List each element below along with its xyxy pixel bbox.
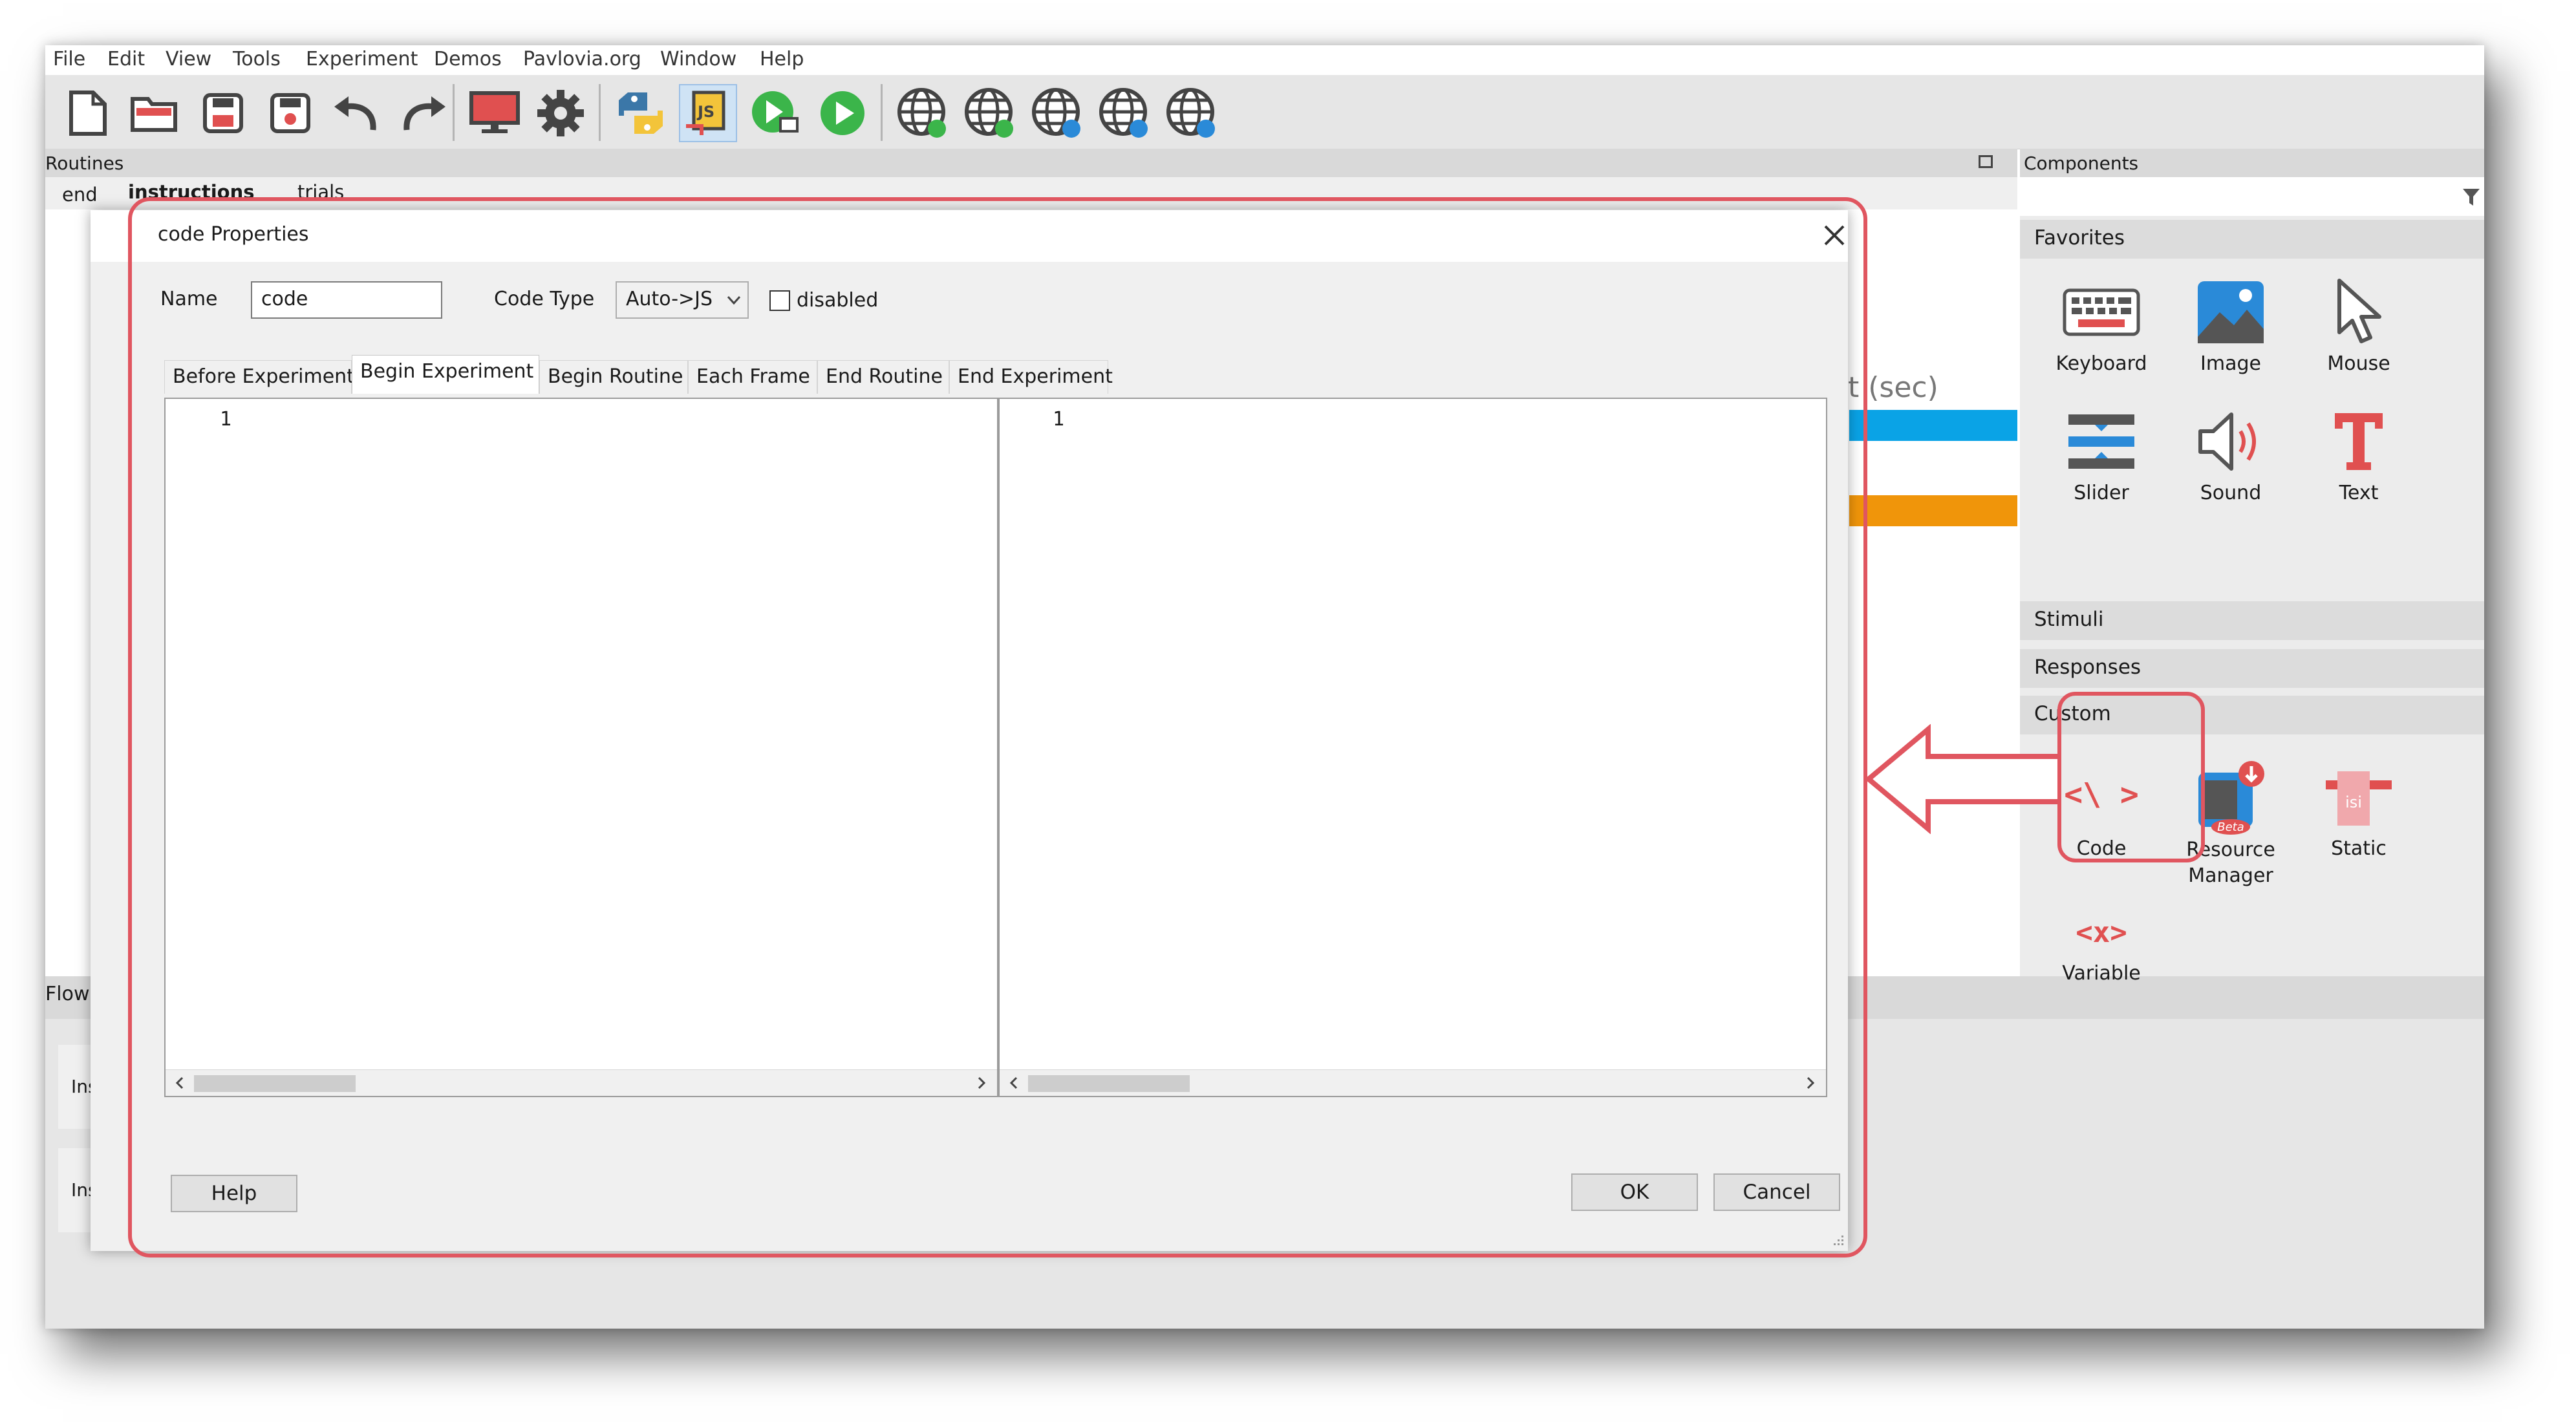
menu-tools[interactable]: Tools: [233, 48, 281, 70]
routines-header: Routines: [45, 149, 2017, 177]
component-variable[interactable]: <x> Variable: [2043, 904, 2160, 985]
component-mouse[interactable]: Mouse: [2301, 272, 2417, 375]
gear-icon[interactable]: [531, 84, 590, 142]
highlight-dialog-outline: [128, 197, 1867, 1257]
image-icon: [2198, 281, 2264, 343]
static-icon: isi: [2326, 771, 2392, 826]
component-image[interactable]: Image: [2173, 272, 2289, 375]
globe-user-icon[interactable]: [1095, 84, 1154, 142]
menu-demos[interactable]: Demos: [434, 48, 502, 70]
globe-search-icon[interactable]: [1028, 84, 1086, 142]
open-folder-icon[interactable]: [125, 84, 184, 142]
menu-help[interactable]: Help: [760, 48, 804, 70]
globe-sync-icon[interactable]: [961, 84, 1019, 142]
toolbar: JS: [45, 75, 2484, 149]
svg-text:<x>: <x>: [2076, 916, 2127, 949]
variable-icon: <x>: [2076, 916, 2127, 949]
category-favorites[interactable]: Favorites: [2020, 220, 2484, 259]
run-icon[interactable]: [813, 84, 872, 142]
menu-bar: File Edit View Tools Experiment Demos Pa…: [45, 45, 2484, 75]
menu-experiment[interactable]: Experiment: [306, 48, 418, 70]
svg-text:JS: JS: [696, 103, 714, 121]
routine-tab-end[interactable]: end: [62, 184, 98, 206]
highlight-code-outline: [2057, 692, 2205, 862]
flow-title: Flow: [45, 983, 90, 1005]
component-bar-blue[interactable]: [1849, 410, 2017, 441]
component-keyboard[interactable]: Keyboard: [2043, 272, 2160, 375]
keyboard-icon: [2063, 288, 2140, 336]
monitor-icon[interactable]: [466, 84, 524, 142]
routines-title: Routines: [45, 153, 124, 174]
undo-icon[interactable]: [327, 84, 385, 142]
menu-view[interactable]: View: [166, 48, 211, 70]
menu-file[interactable]: File: [53, 48, 85, 70]
globe-info-icon[interactable]: [1163, 84, 1221, 142]
category-stimuli[interactable]: Stimuli: [2020, 601, 2484, 640]
arrow-left-icon: [1864, 724, 2057, 834]
menu-window[interactable]: Window: [660, 48, 736, 70]
component-text[interactable]: Text: [2301, 401, 2417, 504]
component-static[interactable]: isi Static: [2301, 756, 2417, 860]
redo-icon[interactable]: [394, 84, 453, 142]
save-as-icon[interactable]: [261, 84, 319, 142]
javascript-icon[interactable]: JS: [679, 84, 737, 142]
python-icon[interactable]: [612, 84, 670, 142]
slider-icon: [2068, 414, 2134, 469]
menu-pavlovia[interactable]: Pavlovia.org: [523, 48, 641, 70]
menu-edit[interactable]: Edit: [107, 48, 145, 70]
component-slider[interactable]: Slider: [2043, 401, 2160, 504]
globe-run-icon[interactable]: [894, 84, 952, 142]
components-title: Components: [2024, 153, 2139, 174]
run-pilot-icon[interactable]: [746, 84, 804, 142]
svg-text:Beta: Beta: [2217, 820, 2244, 834]
component-sound[interactable]: Sound: [2173, 401, 2289, 504]
svg-text:isi: isi: [2345, 793, 2362, 811]
speaker-icon: [2198, 412, 2256, 471]
text-T-icon: [2335, 412, 2383, 470]
component-bar-orange[interactable]: [1849, 495, 2017, 526]
maximize-icon[interactable]: [1979, 155, 1993, 168]
mouse-cursor-icon: [2337, 278, 2381, 343]
category-responses[interactable]: Responses: [2020, 649, 2484, 688]
save-icon[interactable]: [194, 84, 252, 142]
new-file-icon[interactable]: [58, 84, 116, 142]
filter-icon[interactable]: [2462, 187, 2480, 207]
